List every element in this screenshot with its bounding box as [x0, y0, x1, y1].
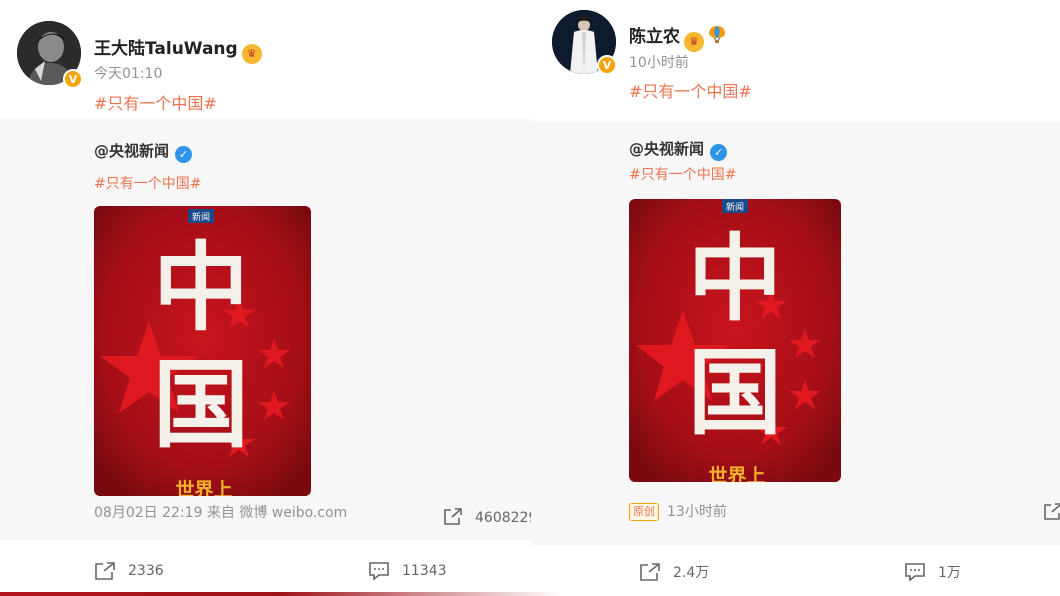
repost-meta[interactable]: 原创 13小时前: [629, 501, 727, 521]
svg-text:新闻: 新闻: [726, 201, 744, 213]
svg-text:国: 国: [688, 338, 782, 448]
poster-image[interactable]: 新闻 中 国 世界上: [94, 206, 311, 496]
crown-icon: ♛: [241, 44, 262, 64]
repost-hashtag[interactable]: #只有一个中国#: [94, 173, 201, 193]
balloon-icon: [709, 26, 725, 43]
repost-share[interactable]: [1043, 503, 1060, 521]
comment-icon: [905, 563, 925, 582]
verified-v-badge-icon: V: [597, 55, 617, 75]
share-icon: [444, 508, 462, 525]
repost-hashtag[interactable]: #只有一个中国#: [629, 164, 736, 184]
original-tag: 原创: [629, 503, 659, 521]
repost-author[interactable]: @央视新闻 ✓: [94, 140, 193, 163]
comment-button[interactable]: 1万: [904, 562, 961, 582]
verified-v-badge-icon: V: [63, 69, 83, 89]
repost-share[interactable]: 4608229: [443, 508, 531, 526]
repost-card: @央视新闻 ✓ #只有一个中国# 新闻 中: [531, 122, 1060, 545]
share-button[interactable]: 2336: [94, 561, 164, 581]
post-timestamp[interactable]: 10小时前: [629, 52, 689, 72]
svg-text:国: 国: [153, 348, 249, 461]
username[interactable]: 王大陆TaluWang ♛: [94, 34, 262, 64]
comment-button[interactable]: 11343: [368, 561, 447, 581]
username[interactable]: 陈立农 ♛: [629, 22, 726, 52]
svg-text:世界上: 世界上: [175, 479, 232, 496]
bottom-decorative-stripe: [0, 592, 560, 596]
share-icon: [1044, 503, 1060, 520]
post-timestamp[interactable]: 今天01:10: [94, 63, 162, 83]
verified-check-icon: ✓: [710, 144, 728, 161]
share-button[interactable]: 2.4万: [639, 562, 709, 582]
svg-text:世界上: 世界上: [708, 465, 765, 482]
poster-image[interactable]: 新闻 中 国 世界上: [629, 199, 841, 482]
verified-check-icon: ✓: [175, 146, 193, 163]
post-hashtag[interactable]: #只有一个中国#: [94, 90, 217, 114]
post-hashtag[interactable]: #只有一个中国#: [629, 78, 752, 102]
repost-author[interactable]: @央视新闻 ✓: [629, 138, 728, 161]
repost-card: @央视新闻 ✓ #只有一个中国# 新闻 中: [0, 118, 531, 540]
svg-text:中: 中: [688, 224, 782, 334]
share-icon: [640, 563, 660, 581]
svg-text:中: 中: [153, 231, 249, 344]
comment-icon: [369, 562, 389, 581]
share-icon: [95, 562, 115, 580]
svg-text:新闻: 新闻: [192, 211, 210, 223]
repost-meta[interactable]: 08月02日 22:19 来自 微博 weibo.com: [94, 502, 347, 522]
crown-icon: ♛: [684, 32, 704, 52]
right-weibo-post: V 陈立农♛ 10小时前 #只有一个中国# @央视新闻✓ #只有一个中国#: [531, 0, 1060, 596]
left-weibo-post: V 王大陆TaluWang ♛ 今天01:10 #只有一个中国# @央视新闻 ✓ #…: [0, 0, 531, 596]
